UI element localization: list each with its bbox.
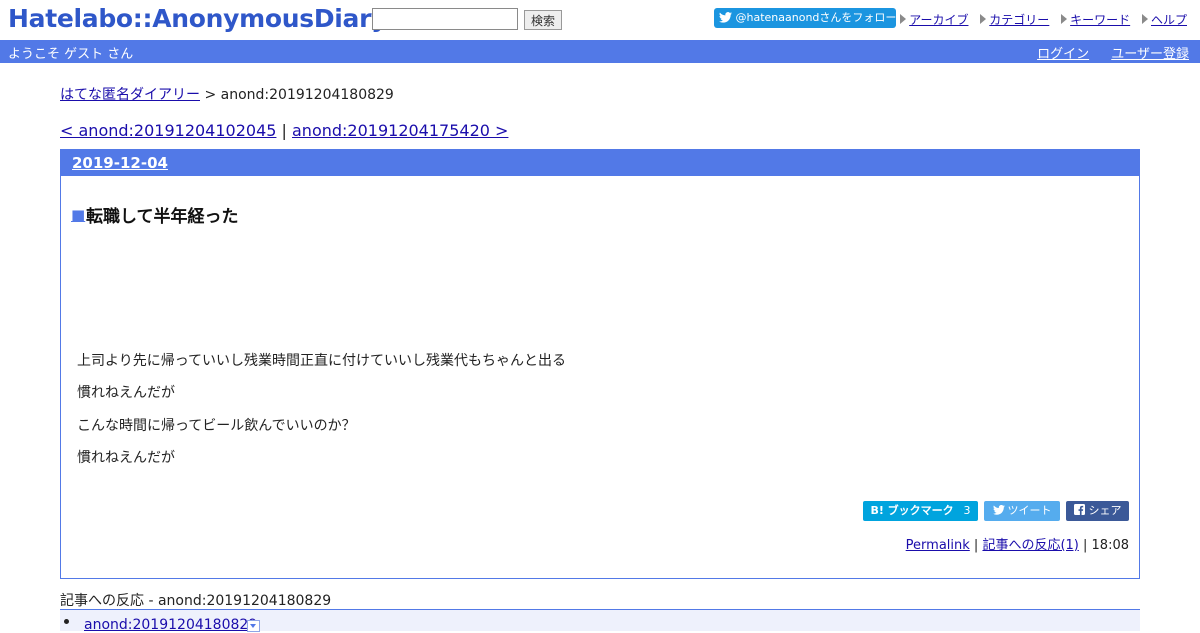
welcome-text: ようこそ ゲスト さん <box>8 47 134 62</box>
hatena-bookmark-label: B! ブックマーク <box>870 504 954 517</box>
permalink-link[interactable]: Permalink <box>906 538 970 553</box>
site-header: Hatelabo::AnonymousDiary 検索 @hatenaanond… <box>0 0 1200 40</box>
next-entry-link[interactable]: anond:20191204175420 > <box>292 121 508 140</box>
search-input[interactable] <box>372 8 518 30</box>
reactions-link[interactable]: 記事への反応(1) <box>982 538 1078 553</box>
nav-help: ヘルプ <box>1141 13 1187 27</box>
expand-toggle-icon[interactable] <box>247 620 260 632</box>
nav-category: カテゴリー <box>980 13 1049 27</box>
arrow-right-icon <box>900 14 907 24</box>
twitter-follow-button[interactable]: @hatenaanondさんをフォロー <box>714 8 896 28</box>
entry-pager: < anond:20191204102045 | anond:201912041… <box>60 121 508 140</box>
list-bullet <box>64 619 69 624</box>
nav-archive-link[interactable]: アーカイブ <box>909 13 968 27</box>
login-link[interactable]: ログイン <box>1037 47 1089 62</box>
prev-entry-link[interactable]: < anond:20191204102045 <box>60 121 276 140</box>
user-bar: ようこそ ゲスト さん ログイン ユーザー登録 <box>0 40 1200 63</box>
search-button[interactable]: 検索 <box>524 10 563 30</box>
entry-box: 2019-12-04 ■ 転職して半年経った 上司より先に帰っていいし残業時間正… <box>60 149 1140 579</box>
breadcrumb: はてな匿名ダイアリー > anond:20191204180829 <box>60 84 394 104</box>
entry-body-line: 慣れねえんだが <box>77 385 175 401</box>
arrow-right-icon <box>1061 14 1068 24</box>
breadcrumb-home-link[interactable]: はてな匿名ダイアリー <box>60 87 200 103</box>
tweet-label: ツイート <box>1007 504 1052 517</box>
twitter-bird-icon <box>992 504 1005 515</box>
entry-date-link[interactable]: 2019-12-04 <box>72 154 168 172</box>
facebook-icon <box>1073 504 1085 515</box>
tweet-button[interactable]: ツイート <box>984 501 1060 521</box>
top-nav: アーカイブ カテゴリー キーワード ヘルプ <box>892 11 1187 28</box>
entry-body-line: 慣れねえんだが <box>77 450 175 466</box>
pager-separator: | <box>276 121 292 140</box>
hatena-bookmark-count: 3 <box>963 504 971 517</box>
nav-keyword: キーワード <box>1061 13 1130 27</box>
nav-help-link[interactable]: ヘルプ <box>1151 13 1187 27</box>
entry-date-header: 2019-12-04 <box>61 150 1139 176</box>
share-label: シェア <box>1088 504 1122 517</box>
title-square-icon[interactable]: ■ <box>71 206 85 224</box>
nav-archive: アーカイブ <box>900 13 968 27</box>
twitter-follow-label: @hatenaanondさんをフォロー <box>735 11 897 24</box>
entry-body-line: こんな時間に帰ってビール飲んでいいのか？ <box>77 418 356 434</box>
hatena-bookmark-button[interactable]: B! ブックマーク 3 <box>863 501 978 521</box>
entry-footer: Permalink | 記事への反応(1) | 18:08 <box>905 538 1129 553</box>
reaction-item-link[interactable]: anond:20191204180829 <box>84 617 257 633</box>
arrow-right-icon <box>980 14 987 24</box>
entry-time: 18:08 <box>1091 538 1129 553</box>
register-link[interactable]: ユーザー登録 <box>1111 47 1189 62</box>
arrow-right-icon <box>1141 14 1148 24</box>
user-bar-links: ログイン ユーザー登録 <box>1019 43 1189 62</box>
breadcrumb-separator: > <box>200 87 221 103</box>
nav-keyword-link[interactable]: キーワード <box>1070 13 1130 27</box>
entry-title: 転職して半年経った <box>86 207 239 227</box>
facebook-share-button[interactable]: シェア <box>1066 501 1129 521</box>
nav-category-link[interactable]: カテゴリー <box>989 13 1049 27</box>
site-logo[interactable]: Hatelabo::AnonymousDiary <box>8 4 387 33</box>
entry-body-line: 上司より先に帰っていいし残業時間正直に付けていいし残業代もちゃんと出る <box>77 353 567 369</box>
breadcrumb-current: anond:20191204180829 <box>220 87 394 103</box>
twitter-bird-icon <box>719 10 732 30</box>
reactions-heading: 記事への反応 - anond:20191204180829 <box>60 593 332 609</box>
reactions-list: anond:20191204180829 <box>60 609 1140 633</box>
